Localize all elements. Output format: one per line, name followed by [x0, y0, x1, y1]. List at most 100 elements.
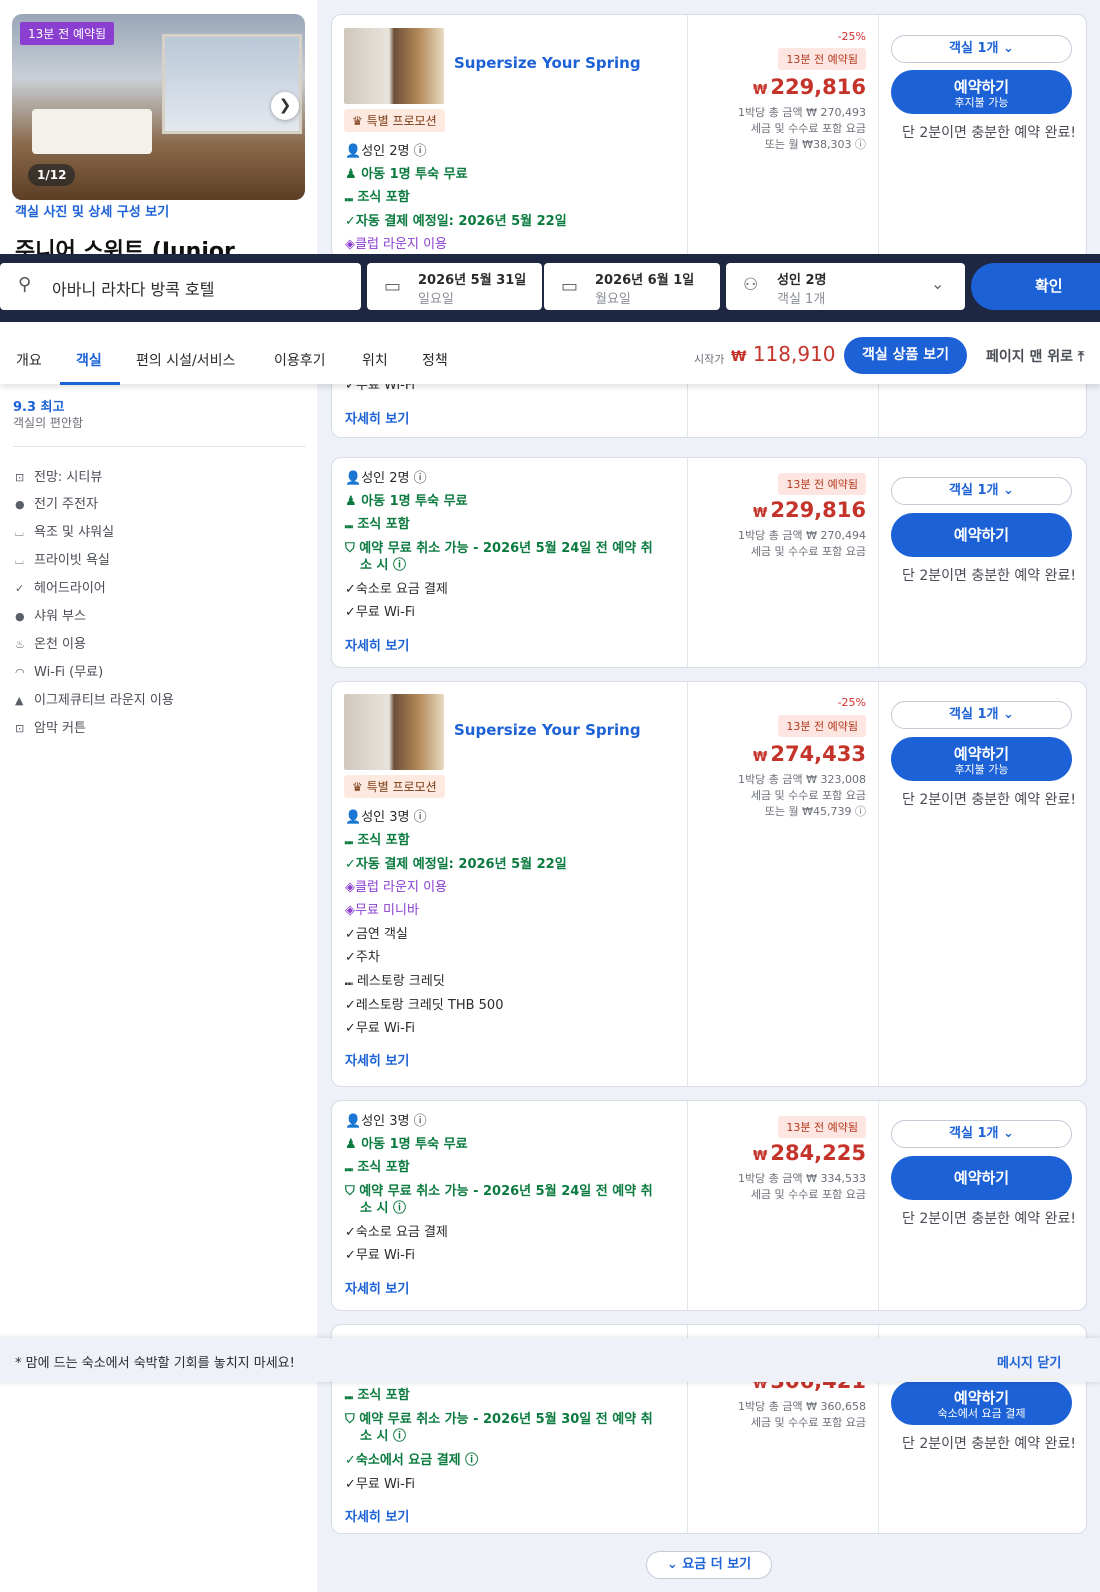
price: ₩229,816 [753, 75, 866, 99]
feature-free-cancel-cont: 소 시 ⓘ [360, 1201, 406, 1216]
more-details-link[interactable]: 자세히 보기 [345, 1506, 409, 1525]
wifi-icon: ◠ [15, 666, 25, 679]
arrow-up-icon: ⤒ [1077, 349, 1085, 365]
rating-score: 9.3 최고 [13, 400, 65, 415]
checkout-date[interactable]: ▭ 2026년 6월 1일 월요일 [544, 263, 720, 310]
hot-spring-icon: ♨ [15, 638, 25, 651]
promo-title[interactable]: Supersize Your Spring [454, 54, 641, 72]
feature-free-cancel-cont: 소 시 ⓘ [360, 558, 406, 573]
check-icon: ✓ [345, 1021, 356, 1036]
price-details: 1박당 총 금액 ₩ 323,008 세금 및 수수료 포함 요금 또는 월 ₩45… [738, 773, 866, 818]
tab-overview[interactable]: 개요 [16, 350, 42, 370]
cutlery-icon: ⑉ [345, 974, 353, 989]
price: ₩274,433 [753, 742, 866, 766]
page-nav: 개요 객실 편의 시설/서비스 이용후기 위치 정책 시작가 ₩ 118,910… [0, 322, 1100, 385]
cutlery-icon: ⑉ [345, 190, 353, 205]
booked-badge: 13분 전 예약됨 [778, 715, 866, 737]
feature-parking: ✓주차 [345, 950, 380, 965]
checkin-date[interactable]: ▭ 2026년 5월 31일 일요일 [367, 263, 542, 310]
price: ₩229,816 [753, 498, 866, 522]
calendar-icon: ▭ [561, 276, 579, 297]
info-icon: ⓘ [465, 1453, 479, 1468]
feature-breakfast: ⑉ 조식 포함 [345, 517, 410, 532]
feature-wifi: ✓무료 Wi-Fi [345, 1248, 415, 1263]
from-price-label: 시작가 [694, 353, 725, 366]
check-icon: ✓ [345, 1248, 356, 1263]
kettle-icon: ● [15, 498, 25, 511]
more-details-link[interactable]: 자세히 보기 [345, 1050, 409, 1069]
chevron-down-icon: ⌄ [1003, 1126, 1014, 1141]
close-message-button[interactable]: 메시지 닫기 [997, 1352, 1061, 1371]
more-details-link[interactable]: 자세히 보기 [345, 408, 409, 427]
tab-facilities[interactable]: 편의 시설/서비스 [136, 350, 235, 370]
amenity-item: ⊡ 전망: 시티뷰 [15, 470, 103, 485]
feature-club-lounge: ◈클럽 라운지 이용 [345, 237, 447, 252]
chevron-right-icon[interactable]: ❯ [271, 92, 299, 120]
tab-rooms[interactable]: 객실 [76, 350, 102, 370]
price: ₩284,225 [753, 1141, 866, 1165]
check-icon: ✓ [345, 214, 356, 229]
tab-reviews[interactable]: 이용후기 [274, 350, 326, 370]
people-icon: ⚇ [743, 275, 759, 295]
hotel-search-input[interactable]: ⚲ 아바니 라차다 방콕 호텔 [0, 263, 361, 310]
book-button[interactable]: 예약하기 [891, 1156, 1072, 1200]
amenity-item: ▲ 이그제큐티브 라운지 이용 [15, 693, 174, 708]
feature-child-free: ♟ 아동 1명 투숙 무료 [345, 167, 468, 182]
chevron-down-icon: ⌄ [1003, 483, 1014, 498]
amenity-item: ⌴ 프라이빗 욕실 [15, 553, 110, 568]
room-count-select[interactable]: 객실 1개 ⌄ [891, 477, 1072, 505]
child-icon: ♟ [345, 167, 357, 182]
calendar-icon: ▭ [384, 276, 402, 297]
feature-guests: 👤성인 2명 ⓘ [345, 471, 427, 486]
amenity-item: ● 전기 주전자 [15, 497, 98, 512]
back-to-top-link[interactable]: 페이지 맨 위로 ⤒ [986, 346, 1084, 366]
rate-card-4: 👤성인 3명 ⓘ ♟ 아동 1명 투숙 무료 ⑉ 조식 포함 ⛉ 예약 무료 취… [331, 1100, 1087, 1311]
view-rooms-button[interactable]: 객실 상품 보기 [844, 337, 967, 374]
price-details: 1박당 총 금액 ₩ 360,658 세금 및 수수료 포함 요금 [738, 1400, 866, 1429]
feature-child-free: ♟ 아동 1명 투숙 무료 [345, 1137, 468, 1152]
check-icon: ✓ [345, 950, 356, 965]
room-count-select[interactable]: 객실 1개 ⌄ [891, 701, 1072, 729]
shower-icon: ● [15, 610, 25, 623]
feature-guests: 👤성인 3명 ⓘ [345, 1114, 427, 1129]
discount-badge: -25% [837, 30, 866, 43]
more-rates-button[interactable]: ⌄ 요금 더 보기 [646, 1551, 772, 1579]
check-icon: ✓ [345, 857, 356, 872]
more-details-link[interactable]: 자세히 보기 [345, 1278, 409, 1297]
feature-restaurant-credit-thb: ✓레스토랑 크레딧 THB 500 [345, 998, 504, 1013]
promo-badge: ♛ 특별 프로모션 [344, 775, 445, 798]
shield-check-icon: ⛉ [345, 541, 355, 556]
book-button[interactable]: 예약하기 [891, 513, 1072, 557]
tab-policies[interactable]: 정책 [422, 350, 448, 370]
chevron-down-icon: ⌄ [931, 274, 945, 293]
room-photos-link[interactable]: 객실 사진 및 상세 구성 보기 [15, 201, 169, 220]
info-icon: ⓘ [413, 144, 427, 159]
message-bar: * 맘에 드는 숙소에서 숙박할 기회를 놓치지 마세요! 메시지 닫기 [0, 1338, 1100, 1382]
rating-label: 객실의 편안함 [13, 416, 84, 430]
info-icon: ⓘ [413, 810, 427, 825]
room-count-select[interactable]: 객실 1개 ⌄ [891, 1120, 1072, 1148]
book-button[interactable]: 예약하기 후지불 가능 [891, 737, 1072, 781]
diamond-icon: ◈ [345, 903, 355, 918]
feature-auto-pay: ✓자동 결제 예정일: 2026년 5월 22일 [345, 857, 567, 872]
room-photo[interactable]: 13분 전 예약됨 1/12 ❯ [12, 14, 305, 200]
child-icon: ♟ [345, 1137, 357, 1152]
feature-breakfast: ⑉ 조식 포함 [345, 833, 410, 848]
chevron-down-icon: ⌄ [1003, 707, 1014, 722]
room-count-select[interactable]: 객실 1개 ⌄ [891, 35, 1072, 63]
shield-check-icon: ⛉ [345, 1412, 355, 1427]
info-icon: ⓘ [413, 471, 427, 486]
promo-title[interactable]: Supersize Your Spring [454, 721, 641, 739]
bathtub-icon: ⌴ [15, 554, 24, 567]
book-button[interactable]: 예약하기 후지불 가능 [891, 70, 1072, 114]
more-details-link[interactable]: 자세히 보기 [345, 635, 409, 654]
check-icon: ✓ [345, 1225, 356, 1240]
feature-breakfast: ⑉ 조식 포함 [345, 1388, 410, 1403]
feature-auto-pay: ✓자동 결제 예정일: 2026년 5월 22일 [345, 214, 567, 229]
confirm-button[interactable]: 확인 [971, 263, 1100, 310]
guests-select[interactable]: ⚇ 성인 2명 객실 1개 ⌄ [726, 263, 965, 310]
tab-location[interactable]: 위치 [362, 350, 388, 370]
book-button[interactable]: 예약하기 숙소에서 요금 결제 [891, 1381, 1072, 1425]
feature-restaurant-credit: ⑉ 레스토랑 크레딧 [345, 974, 445, 989]
person-icon: 👤 [345, 471, 362, 486]
